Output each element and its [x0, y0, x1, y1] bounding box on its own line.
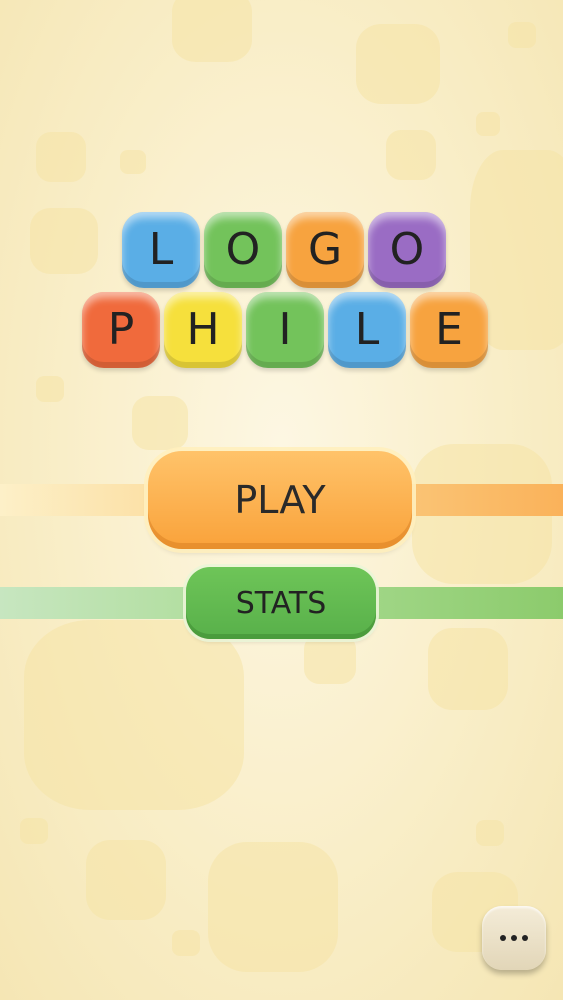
- play-button[interactable]: PLAY: [148, 451, 412, 549]
- bg-shape: [172, 0, 252, 62]
- bg-shape: [356, 24, 440, 104]
- logo-tile: H: [164, 292, 242, 368]
- stats-button[interactable]: STATS: [186, 567, 376, 639]
- logo-letter: H: [186, 303, 220, 355]
- logo-letter: I: [278, 303, 292, 355]
- logo-tile: G: [286, 212, 364, 288]
- bg-shape: [120, 150, 146, 174]
- bg-shape: [172, 930, 200, 956]
- bg-shape: [36, 132, 86, 182]
- bg-shape: [304, 634, 356, 684]
- logo-row-bottom: P H I L E: [82, 292, 488, 368]
- bg-shape: [30, 208, 98, 274]
- bg-shape: [132, 396, 188, 450]
- bg-shape: [208, 842, 338, 972]
- logo-letter: L: [354, 303, 380, 355]
- bg-shape: [476, 820, 504, 846]
- bg-shape: [86, 840, 166, 920]
- play-button-label: PLAY: [234, 478, 326, 522]
- logo-tile: P: [82, 292, 160, 368]
- ellipsis-icon: [500, 935, 528, 941]
- logo-tile: L: [328, 292, 406, 368]
- logo-row-top: L O G O: [122, 212, 446, 288]
- logo-tile: L: [122, 212, 200, 288]
- more-options-button[interactable]: [482, 906, 546, 970]
- bg-shape: [508, 22, 536, 48]
- bg-shape: [36, 376, 64, 402]
- logo-letter: P: [107, 303, 135, 355]
- logo-letter: O: [225, 223, 261, 275]
- logo-letter: E: [435, 303, 463, 355]
- bg-shape: [476, 112, 500, 136]
- logo-letter: O: [389, 223, 425, 275]
- logo-tile: O: [204, 212, 282, 288]
- logo-letter: G: [307, 223, 343, 275]
- logo-tile: O: [368, 212, 446, 288]
- stats-button-label: STATS: [235, 585, 327, 621]
- bg-shape: [428, 628, 508, 710]
- logo-letter: L: [148, 223, 174, 275]
- bg-shape: [20, 818, 48, 844]
- logo-tile: I: [246, 292, 324, 368]
- bg-shape: [386, 130, 436, 180]
- bg-shape: [24, 620, 244, 810]
- logo-tile: E: [410, 292, 488, 368]
